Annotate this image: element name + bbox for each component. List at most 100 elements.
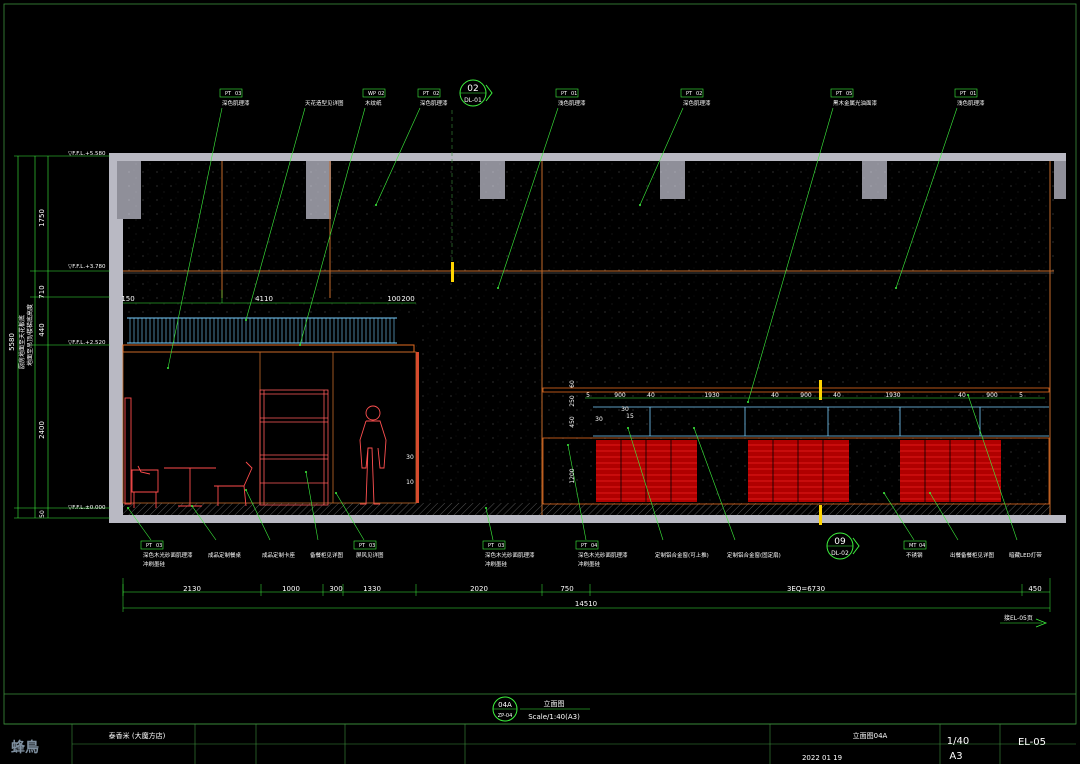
brand-logo: 蜂鳥	[11, 740, 39, 756]
bottom-dimensions: 14510 2130 1000 300 1330 2020 750 3EQ=6730 450	[122, 578, 1051, 612]
dim-label: 450	[569, 416, 576, 428]
sheet-date: 2022 01 19	[802, 754, 842, 762]
level-mark: ▽F.F.L.+2.520	[68, 340, 106, 346]
bottom-callout: PT 03 屏风见详图	[335, 492, 384, 559]
callout-num: 03	[369, 543, 375, 549]
dim-50: 50	[39, 510, 46, 518]
callout-num: 05	[846, 91, 852, 97]
callout-num: 02	[696, 91, 702, 97]
beam	[1054, 161, 1066, 199]
callout-code: PT	[225, 91, 232, 97]
bottom-dim: 1330	[363, 585, 381, 593]
bottom-dim: 750	[560, 585, 573, 593]
callout-code: PT	[359, 543, 366, 549]
left-dimensions: ▽F.F.L.+5.580 ▽F.F.L.+3.780 ▽F.F.L.+2.52…	[8, 151, 110, 519]
callout-label: 天花造型见详图	[305, 99, 344, 107]
human-figure	[359, 405, 387, 505]
dim-label: 250	[569, 395, 576, 407]
callout-code: PT	[423, 91, 430, 97]
window-dim: 5	[1019, 392, 1023, 399]
vertical-note: 厨房地面至天花板底	[18, 315, 26, 369]
callout-num: 02	[378, 91, 384, 97]
callout-code: MT	[909, 543, 917, 549]
callout-label: 深色木光砂面肌理漆	[578, 551, 628, 559]
callout-label: 暗藏LED灯带	[1009, 551, 1042, 559]
building-section	[109, 153, 1066, 525]
dim-label: 60	[569, 380, 576, 388]
bottom-dim: 1000	[282, 585, 300, 593]
callout-label: 定制铝合金窗(可上推)	[655, 551, 709, 559]
callout-label: 屏风见详图	[356, 551, 384, 559]
callout-label: 黑木金属光油面漆	[833, 99, 878, 107]
bottom-dim: 2130	[183, 585, 201, 593]
bottom-dim: 3EQ=6730	[787, 585, 825, 593]
vertical-note: 地面至吊顶/楼梯底高度	[26, 304, 34, 366]
section-marker-num: 09	[834, 537, 846, 547]
section-marker-2: 09 DL-02	[826, 532, 860, 560]
callout-label: 成品定制卡座	[262, 551, 296, 559]
dim-label: 100	[387, 295, 400, 303]
dim-label: 30	[621, 406, 629, 413]
callout-num: 03	[498, 543, 504, 549]
local-dim: 10	[406, 479, 414, 486]
dim-1750: 1750	[38, 209, 46, 227]
mezzanine-railing	[122, 317, 415, 353]
callout-label: 定制铝合金窗(固定扇)	[727, 551, 781, 559]
window-counter	[542, 387, 1050, 505]
title-block: 泰香米 (大魔方店) 立面图04A 2022 01 19 1/40 A3 EL-…	[71, 724, 1076, 764]
callout-label: 深色木光砂面肌理漆	[485, 551, 535, 559]
callout-label: 成品定制餐桌	[208, 551, 242, 559]
mezzanine-dimensions: 150 4110 100 200 30 10	[121, 290, 416, 486]
dim-710: 710	[38, 285, 46, 298]
callout-sub: 冲刷墨硅	[485, 560, 508, 568]
callout-num: 04	[591, 543, 597, 549]
sheet-name: 立面图04A	[853, 731, 888, 740]
callout-sub: 冲刷墨硅	[578, 560, 601, 568]
section-marker-ref: DL-01	[464, 97, 482, 104]
callout-label: 深色肌理漆	[222, 99, 250, 107]
dining-furniture	[124, 397, 253, 508]
window-dim: 900	[800, 392, 812, 399]
dim-2400: 2400	[38, 421, 46, 439]
section-marker-num: 02	[467, 84, 478, 94]
level-mark: ▽F.F.L.±0.000	[68, 505, 106, 511]
bottom-dim: 450	[1028, 585, 1041, 593]
callout-num: 04	[919, 543, 925, 549]
callout-label: 浅色肌理漆	[957, 99, 985, 107]
title-name: 立面图	[544, 699, 565, 708]
callout-num: 03	[156, 543, 162, 549]
window-dim: 40	[833, 392, 841, 399]
callout-code: PT	[561, 91, 568, 97]
callout-num: 02	[433, 91, 439, 97]
callout-num: 01	[571, 91, 577, 97]
window-dim: 900	[614, 392, 626, 399]
callout-sub: 冲刷墨硅	[143, 560, 166, 568]
paper-size: A3	[949, 751, 962, 762]
dim-440: 440	[38, 323, 46, 336]
title-page: ZP-04	[498, 713, 513, 719]
dim-label: 1200	[569, 468, 576, 483]
callout-code: WP	[368, 91, 376, 97]
callout-label: 备餐柜见详图	[310, 551, 344, 559]
elevation-drawing: PT 03深色肌理漆 天花造型见详图WP 02木纹纸PT 02深色肌理漆PT 01浅色肌理…	[3, 3, 1077, 764]
total-dimension: 14510	[575, 600, 597, 608]
sheet-scale: 1/40	[947, 736, 969, 747]
dim-label: 15	[626, 413, 634, 420]
callout-label: 木纹纸	[365, 99, 382, 107]
level-mark: ▽F.F.L.+3.780	[68, 264, 106, 270]
callout-label: 出餐备餐柜见详图	[950, 551, 995, 559]
callout-code: PT	[836, 91, 843, 97]
bottom-dim: 300	[329, 585, 342, 593]
callout-code: PT	[581, 543, 588, 549]
window-dim: 40	[958, 392, 966, 399]
section-marker-ref: DL-02	[831, 550, 849, 557]
next-sheet-note[interactable]: 接EL-05页	[1000, 614, 1048, 628]
window-dim: 1930	[885, 392, 900, 399]
title-code: 04A	[498, 701, 512, 709]
level-mark: ▽F.F.L.+5.580	[68, 151, 106, 157]
project-name: 泰香米 (大魔方店)	[109, 731, 166, 740]
callout-code: PT	[686, 91, 693, 97]
dim-5580: 5580	[8, 333, 16, 351]
callout-label: 深色肌理漆	[683, 99, 711, 107]
callout-num: 01	[970, 91, 976, 97]
